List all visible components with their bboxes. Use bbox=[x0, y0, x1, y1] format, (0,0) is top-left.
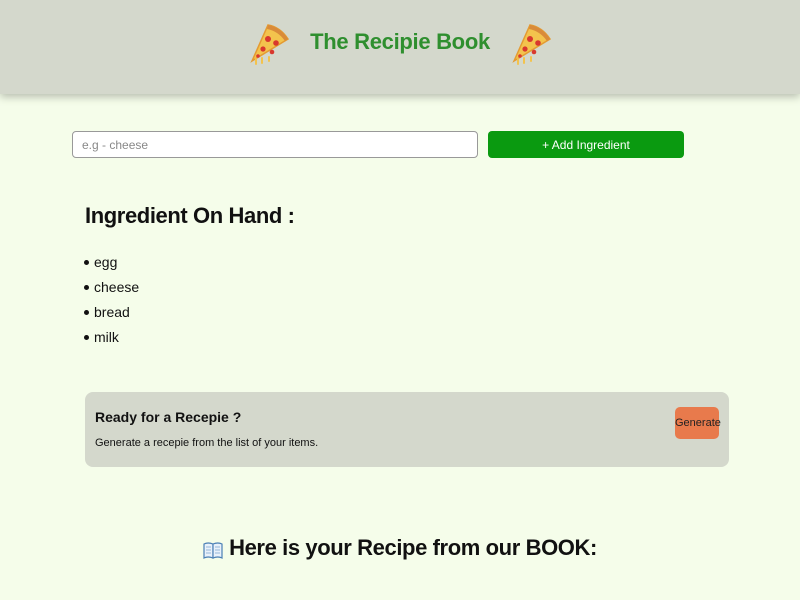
list-item: egg bbox=[84, 250, 139, 275]
pizza-icon bbox=[250, 24, 290, 65]
pizza-icon bbox=[512, 24, 551, 65]
app-title: The Recipie Book bbox=[310, 29, 490, 54]
generate-button[interactable]: Generate bbox=[675, 407, 721, 439]
add-ingredient-button[interactable]: + Add Ingredient bbox=[488, 131, 684, 158]
ingredient-list: egg cheese bread milk bbox=[84, 250, 139, 350]
bullet-icon bbox=[84, 260, 89, 265]
bullet-icon bbox=[84, 310, 89, 315]
list-item: milk bbox=[84, 325, 139, 350]
ingredient-label: milk bbox=[94, 329, 119, 345]
book-icon bbox=[203, 541, 223, 559]
ingredient-label: cheese bbox=[94, 279, 140, 295]
generate-recipe-card: Ready for a Recepie ? Generate a recepie… bbox=[85, 392, 729, 467]
recipe-result-heading: Here is your Recipe from our BOOK: bbox=[0, 535, 800, 561]
list-item: bread bbox=[84, 300, 139, 325]
card-title: Ready for a Recepie ? bbox=[95, 409, 242, 425]
add-ingredient-label: + Add Ingredient bbox=[542, 137, 630, 152]
result-heading-text: Here is your Recipe from our BOOK: bbox=[229, 535, 597, 560]
brand: The Recipie Book bbox=[246, 19, 554, 65]
ingredients-heading: Ingredient On Hand : bbox=[85, 203, 295, 228]
app-header: The Recipie Book bbox=[0, 0, 800, 94]
ingredient-label: egg bbox=[94, 254, 118, 270]
bullet-icon bbox=[84, 285, 89, 290]
ingredient-input[interactable] bbox=[72, 131, 478, 158]
list-item: cheese bbox=[84, 275, 139, 300]
ingredient-label: bread bbox=[94, 304, 130, 320]
add-ingredient-form: + Add Ingredient bbox=[72, 131, 684, 158]
bullet-icon bbox=[84, 335, 89, 340]
card-description: Generate a recepie from the list of your… bbox=[95, 437, 319, 449]
